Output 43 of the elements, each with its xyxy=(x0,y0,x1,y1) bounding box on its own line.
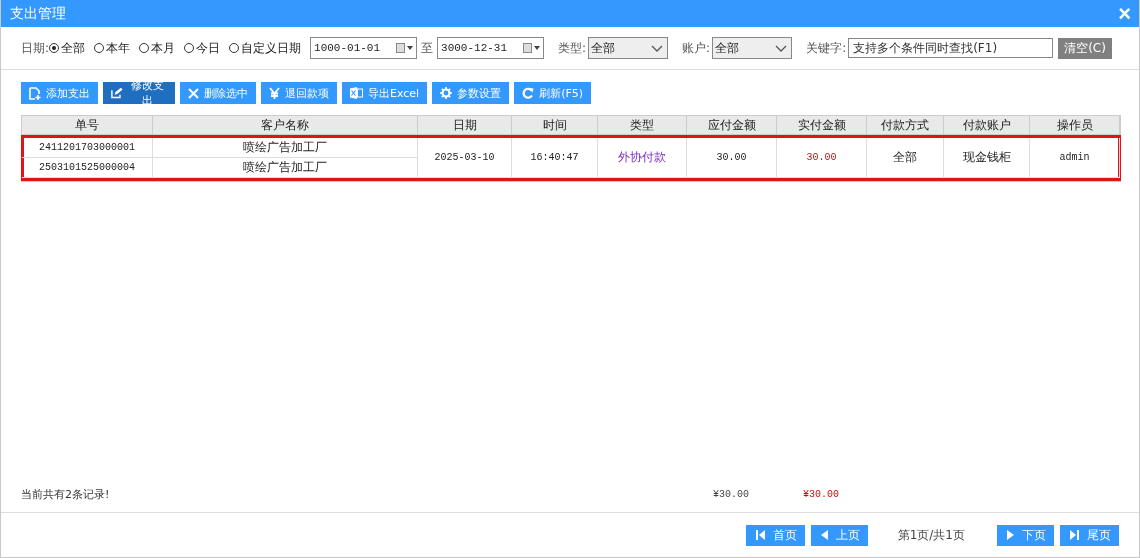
to-label: 至 xyxy=(421,39,434,57)
type-dropdown[interactable]: 全部 xyxy=(588,37,669,59)
table-cell: admin xyxy=(1030,138,1120,178)
date-field[interactable]: 1000-01-01 xyxy=(310,37,418,59)
column-header[interactable]: 单号 xyxy=(22,116,153,135)
date-label: 日期: xyxy=(21,39,50,57)
table-cell: 16:40:47 xyxy=(512,138,598,178)
table-cell: 2411201703000001 xyxy=(22,138,153,158)
clear-button[interactable]: 清空(C) xyxy=(1058,37,1112,59)
table-cell: 外协付款 xyxy=(598,138,687,178)
date-radio[interactable]: 本年 xyxy=(94,39,131,57)
type-label: 类型: xyxy=(558,39,587,57)
column-header[interactable]: 应付金额 xyxy=(687,116,777,135)
record-count: 当前共有2条记录! xyxy=(21,486,111,502)
column-header[interactable]: 时间 xyxy=(512,116,598,135)
date-field[interactable]: 3000-12-31 xyxy=(437,37,545,59)
column-header[interactable]: 操作员 xyxy=(1030,116,1120,135)
table-cell: 30.00 xyxy=(687,138,777,178)
column-header[interactable]: 类型 xyxy=(598,116,687,135)
paid-total: ¥30.00 xyxy=(802,488,840,500)
page-info: 第1页/共1页 xyxy=(897,526,965,544)
account-label: 账户: xyxy=(682,39,711,57)
keyword-search-field[interactable]: 支持多个条件同时查找(F1) xyxy=(848,38,1054,58)
date-radio[interactable]: 全部 xyxy=(49,39,86,57)
table-cell: 全部 xyxy=(867,138,944,178)
column-header[interactable]: 实付金额 xyxy=(777,116,867,135)
column-header[interactable]: 客户名称 xyxy=(153,116,418,135)
table-cell: 喷绘广告加工厂 xyxy=(153,138,418,158)
date-radio[interactable]: 今日 xyxy=(184,39,221,57)
column-header[interactable]: 付款账户 xyxy=(944,116,1030,135)
table-cell: 30.00 xyxy=(777,138,867,178)
window-title: 支出管理 xyxy=(10,4,66,23)
payable-total: ¥30.00 xyxy=(712,488,750,500)
column-header[interactable]: 日期 xyxy=(418,116,512,135)
table-cell: 现金钱柜 xyxy=(944,138,1030,178)
table-cell: 2503101525000004 xyxy=(22,158,153,178)
date-radio[interactable]: 本月 xyxy=(139,39,176,57)
table-cell: 喷绘广告加工厂 xyxy=(153,158,418,178)
keyword-label: 关键字: xyxy=(806,39,847,57)
date-radio[interactable]: 自定义日期 xyxy=(229,39,302,57)
account-dropdown[interactable]: 全部 xyxy=(712,37,793,59)
table-cell: 2025-03-10 xyxy=(418,138,512,178)
column-header[interactable]: 付款方式 xyxy=(867,116,944,135)
